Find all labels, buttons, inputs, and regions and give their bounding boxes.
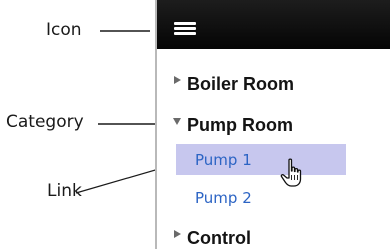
category-boiler-room[interactable]: Boiler Room: [173, 72, 294, 96]
link-pump-1[interactable]: Pump 1: [176, 144, 346, 175]
category-pump-room[interactable]: Pump Room: [173, 113, 293, 137]
callout-label-icon: Icon: [46, 20, 82, 40]
navigation-panel: Boiler Room Pump Room Pump 1 Pump 2 Cont…: [155, 0, 390, 249]
ui-screenshot: Icon Category Link Boiler Room Pump Room…: [0, 0, 390, 249]
hamburger-menu-icon[interactable]: [174, 22, 196, 36]
category-label: Boiler Room: [187, 73, 295, 94]
top-bar: [157, 0, 390, 49]
category-control[interactable]: Control: [173, 226, 251, 249]
link-label: Pump 1: [195, 150, 252, 169]
chevron-right-icon: [173, 230, 183, 243]
category-label: Control: [187, 227, 251, 248]
link-label: Pump 2: [195, 188, 252, 207]
callout-label-link: Link: [47, 181, 82, 201]
hand-cursor-icon: [280, 158, 302, 187]
chevron-down-icon: [173, 118, 183, 130]
callout-label-category: Category: [6, 112, 84, 132]
chevron-right-icon: [173, 76, 183, 89]
category-label: Pump Room: [187, 114, 293, 135]
